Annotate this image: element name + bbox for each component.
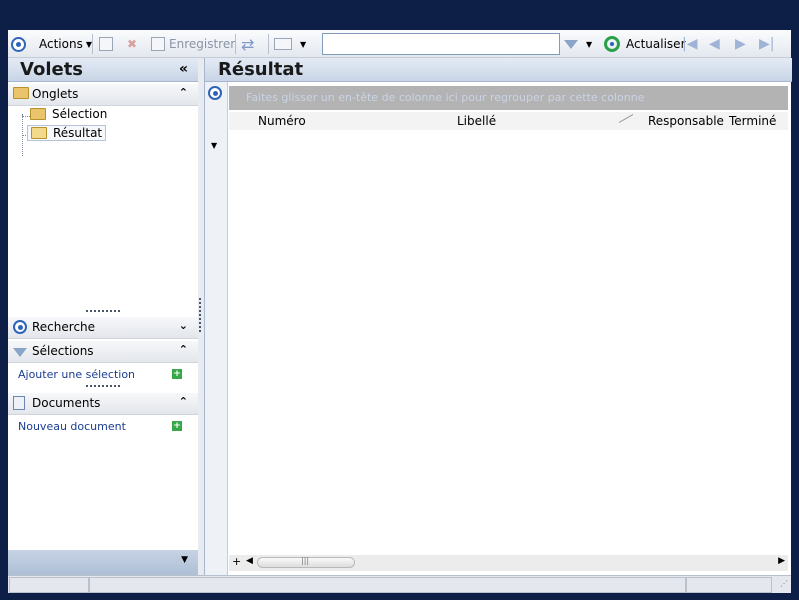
print-button[interactable]: ▼ — [274, 34, 306, 54]
selections-label: Sélections — [32, 344, 94, 358]
new-document-plus-icon[interactable]: + — [172, 421, 182, 431]
tree-item-resultat[interactable]: Résultat — [27, 125, 107, 141]
recherche-label: Recherche — [32, 320, 96, 334]
column-header-termine[interactable]: Terminé — [729, 114, 776, 128]
scroll-right-icon[interactable]: ▶ — [778, 556, 785, 566]
printer-icon — [274, 38, 292, 50]
folder-icon — [30, 108, 46, 120]
resize-grip-icon[interactable]: ⋰ — [780, 579, 788, 588]
status-cell — [89, 577, 686, 593]
save-icon — [151, 37, 165, 51]
section-splitter-grip[interactable] — [86, 385, 120, 387]
sync-icon: ⇄ — [241, 34, 255, 54]
sync-button[interactable]: ⇄ — [241, 34, 254, 54]
toolbar-separator — [92, 34, 93, 54]
tree-item-label: Résultat — [53, 126, 103, 140]
column-header-libelle[interactable]: Libellé — [457, 114, 496, 128]
app-logo-icon — [11, 36, 26, 52]
chevron-up-icon: ⌃ — [178, 86, 188, 99]
scrollbar-grip-icon: ||| — [301, 556, 310, 565]
panel-splitter-grip[interactable] — [199, 298, 201, 332]
documents-section-header[interactable]: Documents ⌃ — [8, 393, 198, 415]
chevron-down-icon: ▼ — [586, 39, 593, 49]
new-button[interactable] — [99, 34, 113, 54]
add-row-icon[interactable]: + — [232, 555, 241, 568]
search-input[interactable] — [322, 33, 560, 55]
filter-icon — [13, 346, 27, 360]
next-icon: ▶ — [735, 36, 746, 52]
tree-item-label: Sélection — [52, 107, 108, 121]
save-label: Enregistrer — [169, 37, 236, 51]
actions-menu-button[interactable]: Actions ▼ — [39, 34, 92, 54]
first-icon: |◀ — [682, 36, 698, 52]
new-item-icon — [99, 37, 113, 51]
tree-item-selection[interactable]: Sélection — [30, 107, 107, 121]
group-by-area[interactable]: Faites glisser un en-tête de colonne ici… — [229, 86, 788, 110]
grid-options-icon[interactable] — [208, 86, 222, 103]
first-record-button[interactable]: |◀ — [682, 34, 697, 54]
open-folder-icon — [31, 127, 47, 139]
filter-button[interactable]: ▼ — [564, 34, 592, 54]
previous-icon: ◀ — [709, 36, 720, 52]
sort-indicator-icon — [619, 113, 633, 124]
search-circle-icon — [13, 320, 27, 337]
chevron-up-icon: ⌃ — [178, 343, 188, 356]
recherche-section-header[interactable]: Recherche ⌄ — [8, 317, 198, 339]
column-header-numero[interactable]: Numéro — [258, 114, 306, 128]
app-menu-button[interactable] — [11, 34, 26, 54]
horizontal-scrollbar[interactable]: + ◀ ||| ▶ — [229, 555, 788, 571]
volets-header: Volets « — [8, 58, 198, 82]
selections-section-header[interactable]: Sélections ⌃ — [8, 341, 198, 363]
chevron-down-icon: ⌄ — [178, 319, 188, 332]
tree-line — [22, 116, 30, 117]
refresh-label: Actualiser — [626, 37, 686, 51]
collapse-panel-button[interactable]: « — [179, 61, 188, 77]
group-by-hint: Faites glisser un en-tête de colonne ici… — [246, 91, 645, 104]
status-bar: ⋰ — [8, 575, 791, 593]
volets-footer: ▼ — [8, 550, 198, 575]
main-window: Actions▼ ✖ Enregistrer ⇄ ▼ ▼ Actualiser — [8, 30, 792, 593]
grid-row-selector-strip: ▼ — [205, 82, 228, 575]
refresh-button[interactable]: Actualiser — [604, 34, 686, 54]
status-cell — [9, 577, 89, 593]
volets-title: Volets — [20, 59, 84, 80]
folder-icon — [13, 87, 29, 102]
resultat-title: Résultat — [218, 59, 304, 80]
add-selection-link[interactable]: Ajouter une sélection — [18, 368, 135, 381]
last-record-button[interactable]: ▶| — [759, 34, 774, 54]
toolbar: Actions▼ ✖ Enregistrer ⇄ ▼ ▼ Actualiser — [8, 30, 791, 58]
documents-label: Documents — [32, 396, 101, 410]
last-icon: ▶| — [759, 36, 775, 52]
previous-record-button[interactable]: ◀ — [709, 34, 720, 54]
section-splitter-grip[interactable] — [86, 310, 120, 312]
chevron-down-icon[interactable]: ▼ — [181, 555, 188, 565]
filter-icon — [564, 39, 578, 49]
chevron-down-icon: ▼ — [300, 39, 307, 49]
onglets-section-header[interactable]: Onglets ⌃ — [8, 84, 198, 106]
delete-button[interactable]: ✖ — [125, 34, 139, 54]
scroll-left-icon[interactable]: ◀ — [246, 556, 253, 566]
next-record-button[interactable]: ▶ — [735, 34, 746, 54]
onglets-label: Onglets — [32, 87, 79, 101]
resultat-header: Résultat — [205, 58, 792, 82]
toolbar-separator — [268, 34, 269, 54]
actions-label: Actions — [39, 37, 83, 51]
refresh-icon — [604, 36, 620, 52]
volets-panel: Volets « Onglets ⌃ Sélection Résultat Re… — [8, 58, 198, 575]
column-header-responsable[interactable]: Responsable — [648, 114, 724, 128]
toolbar-separator — [235, 34, 236, 54]
new-document-link[interactable]: Nouveau document — [18, 420, 126, 433]
save-button[interactable]: Enregistrer — [151, 34, 235, 54]
document-icon — [13, 396, 25, 413]
chevron-down-icon[interactable]: ▼ — [211, 141, 217, 150]
grid-column-header: Numéro Libellé Responsable Terminé — [229, 112, 788, 130]
delete-icon: ✖ — [126, 37, 138, 51]
chevron-up-icon: ⌃ — [178, 395, 188, 408]
add-selection-plus-icon[interactable]: + — [172, 369, 182, 379]
resultat-panel: Résultat ▼ Faites glisser un en-tête de … — [204, 58, 792, 575]
status-cell — [686, 577, 772, 593]
